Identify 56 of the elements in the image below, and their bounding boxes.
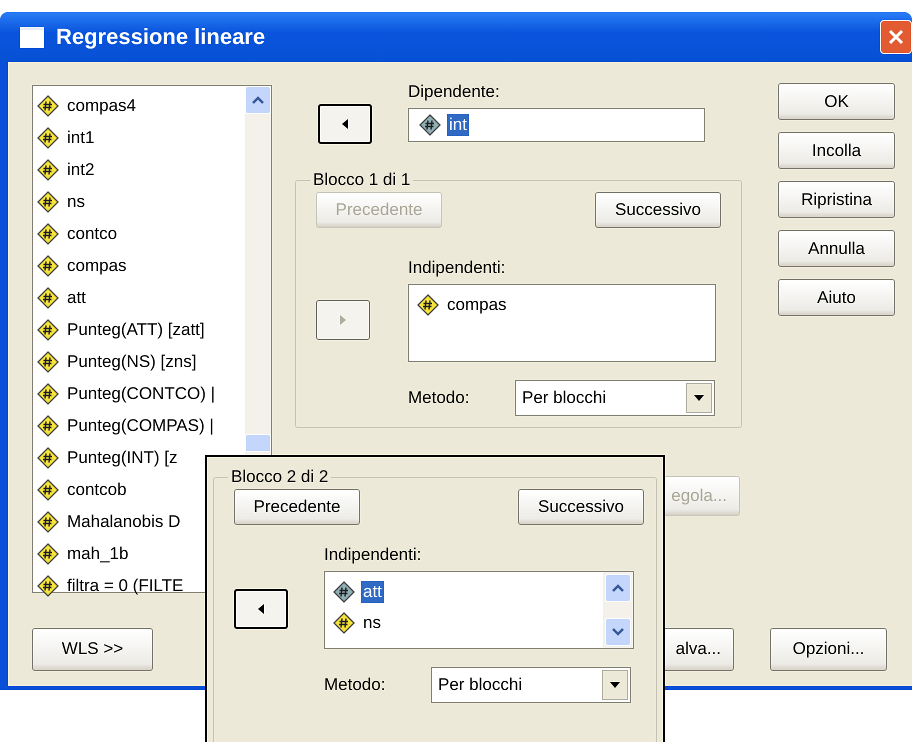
close-icon <box>886 27 906 47</box>
next-button[interactable]: Successivo <box>518 489 644 525</box>
dialog-button[interactable]: Ripristina <box>778 181 895 218</box>
dialog-button[interactable]: Annulla <box>778 230 895 267</box>
variable-name[interactable]: att <box>361 580 384 602</box>
method-label: Metodo: <box>324 675 386 695</box>
dependent-field[interactable]: int <box>408 108 705 142</box>
previous-button[interactable]: Precedente <box>234 489 360 525</box>
variable-name[interactable]: att <box>65 287 88 309</box>
dependent-label: Dipendente: <box>408 82 501 102</box>
method-label: Metodo: <box>408 388 470 408</box>
variable-name[interactable]: ns <box>65 191 87 213</box>
variable-name[interactable]: int1 <box>65 127 96 149</box>
variable-name[interactable]: Punteg(CONTCO) | <box>65 383 218 405</box>
method-dropdown[interactable]: Per blocchi <box>515 380 715 416</box>
variable-name[interactable]: filtra = 0 (FILTE <box>65 575 186 597</box>
group-title: Blocco 1 di 1 <box>312 170 412 190</box>
dialog-button[interactable]: Opzioni... <box>770 628 887 670</box>
scrollbar[interactable] <box>603 572 633 648</box>
scroll-thumb[interactable] <box>245 434 271 452</box>
variable-name[interactable]: Punteg(COMPAS) | <box>65 415 216 437</box>
move-button[interactable] <box>234 589 288 629</box>
variable-name[interactable]: compas <box>65 255 129 277</box>
scroll-down-button[interactable] <box>605 618 631 646</box>
close-button[interactable] <box>880 20 912 54</box>
independents-label: Indipendenti: <box>408 258 506 278</box>
next-button[interactable]: Successivo <box>595 192 721 228</box>
variable-name[interactable]: Punteg(INT) [z <box>65 447 180 469</box>
variable-name[interactable]: mah_1b <box>65 543 130 565</box>
scroll-up-button[interactable] <box>605 574 631 602</box>
variable-name[interactable]: Mahalanobis D <box>65 511 182 533</box>
variable-name[interactable]: int2 <box>65 159 96 181</box>
variable-name[interactable]: contcob <box>65 479 129 501</box>
dialog-button[interactable]: Incolla <box>778 132 895 169</box>
move-button[interactable] <box>318 104 372 144</box>
dropdown-arrow-icon <box>693 394 705 402</box>
up-chevron-icon <box>611 583 625 593</box>
dialog-button[interactable]: Aiuto <box>778 279 895 316</box>
variable-name[interactable]: int <box>447 114 469 136</box>
up-chevron-icon <box>251 95 265 105</box>
method-dropdown[interactable]: Per blocchi <box>431 667 631 703</box>
group-title: Blocco 2 di 2 <box>230 467 330 487</box>
independents-label: Indipendenti: <box>324 545 422 565</box>
dialog-button[interactable]: WLS >> <box>32 628 153 670</box>
variable-name[interactable]: compas <box>445 294 509 316</box>
dialog-button[interactable]: OK <box>778 83 895 120</box>
dropdown-arrow-icon <box>609 681 621 689</box>
window-title: Regressione lineare <box>56 24 266 50</box>
down-chevron-icon <box>611 627 625 637</box>
window-icon <box>20 26 44 48</box>
scroll-up-button[interactable] <box>245 86 271 114</box>
variable-name[interactable]: Punteg(NS) [zns] <box>65 351 198 373</box>
variable-name[interactable]: contco <box>65 223 120 245</box>
variable-name[interactable]: Punteg(ATT) [zatt] <box>65 319 207 341</box>
variable-name[interactable]: ns <box>361 612 383 634</box>
variable-name[interactable]: compas4 <box>65 95 138 117</box>
